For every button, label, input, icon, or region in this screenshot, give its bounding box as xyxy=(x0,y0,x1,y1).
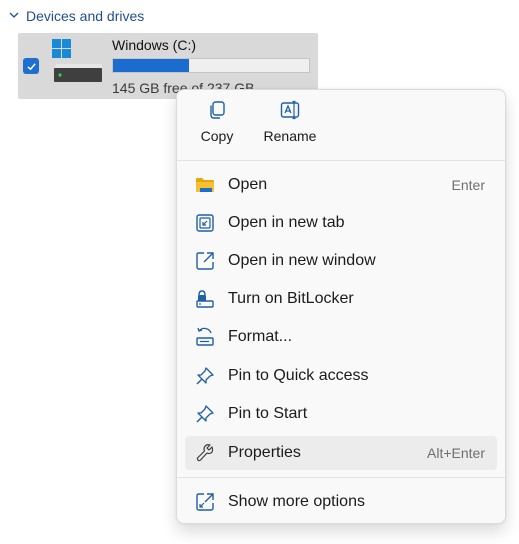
menu-divider xyxy=(177,477,505,478)
menu-item-accelerator: Alt+Enter xyxy=(427,445,485,461)
copy-label: Copy xyxy=(200,128,234,144)
selection-checkbox[interactable] xyxy=(23,58,39,74)
menu-item-open[interactable]: Open Enter xyxy=(185,168,497,202)
menu-item-label: Turn on BitLocker xyxy=(228,290,354,307)
show-more-icon xyxy=(196,493,214,511)
pin-icon xyxy=(196,405,214,423)
menu-item-label: Open in new tab xyxy=(228,214,345,231)
menu-item-accelerator: Enter xyxy=(451,177,485,193)
menu-item-label: Open xyxy=(228,176,268,193)
open-new-window-icon xyxy=(196,252,214,270)
menu-item-label: Properties xyxy=(228,444,301,461)
bitlocker-icon xyxy=(196,290,214,308)
format-icon xyxy=(196,327,214,346)
open-new-tab-icon xyxy=(196,214,214,232)
hard-drive-windows-icon xyxy=(48,37,106,85)
menu-item-label: Pin to Quick access xyxy=(228,367,369,384)
menu-item-label: Format... xyxy=(228,328,293,345)
menu-item-pin-quick-access[interactable]: Pin to Quick access xyxy=(185,359,497,393)
devices-group-header[interactable]: Devices and drives xyxy=(8,6,144,26)
rename-icon xyxy=(280,100,300,120)
menu-item-label: Pin to Start xyxy=(228,405,308,422)
menu-item-show-more-options[interactable]: Show more options xyxy=(185,485,497,519)
menu-item-pin-start[interactable]: Pin to Start xyxy=(185,397,497,431)
pin-icon xyxy=(196,367,214,385)
menu-item-open-new-tab[interactable]: Open in new tab xyxy=(185,206,497,240)
menu-item-label: Open in new window xyxy=(228,252,376,269)
group-title: Devices and drives xyxy=(26,8,145,24)
copy-button[interactable]: Copy xyxy=(187,100,247,154)
checkmark-icon xyxy=(26,62,36,70)
wrench-icon xyxy=(196,444,214,462)
chevron-down-icon xyxy=(8,8,20,24)
menu-item-format[interactable]: Format... xyxy=(185,320,497,354)
folder-icon xyxy=(196,178,214,192)
rename-button[interactable]: Rename xyxy=(260,100,320,154)
menu-item-properties[interactable]: Properties Alt+Enter xyxy=(185,436,497,470)
menu-item-label: Show more options xyxy=(228,493,365,510)
menu-item-bitlocker[interactable]: Turn on BitLocker xyxy=(185,282,497,316)
copy-icon xyxy=(210,101,225,119)
quick-actions-bar: Copy Rename xyxy=(177,90,505,160)
rename-label: Rename xyxy=(263,128,317,144)
menu-divider xyxy=(177,160,505,161)
drive-usage-bar xyxy=(112,58,310,73)
drive-usage-fill xyxy=(113,59,190,72)
menu-item-open-new-window[interactable]: Open in new window xyxy=(185,244,497,278)
context-menu: Copy Rename Open Enter Open in new tab O… xyxy=(176,89,506,524)
drive-name: Windows (C:) xyxy=(112,37,197,53)
